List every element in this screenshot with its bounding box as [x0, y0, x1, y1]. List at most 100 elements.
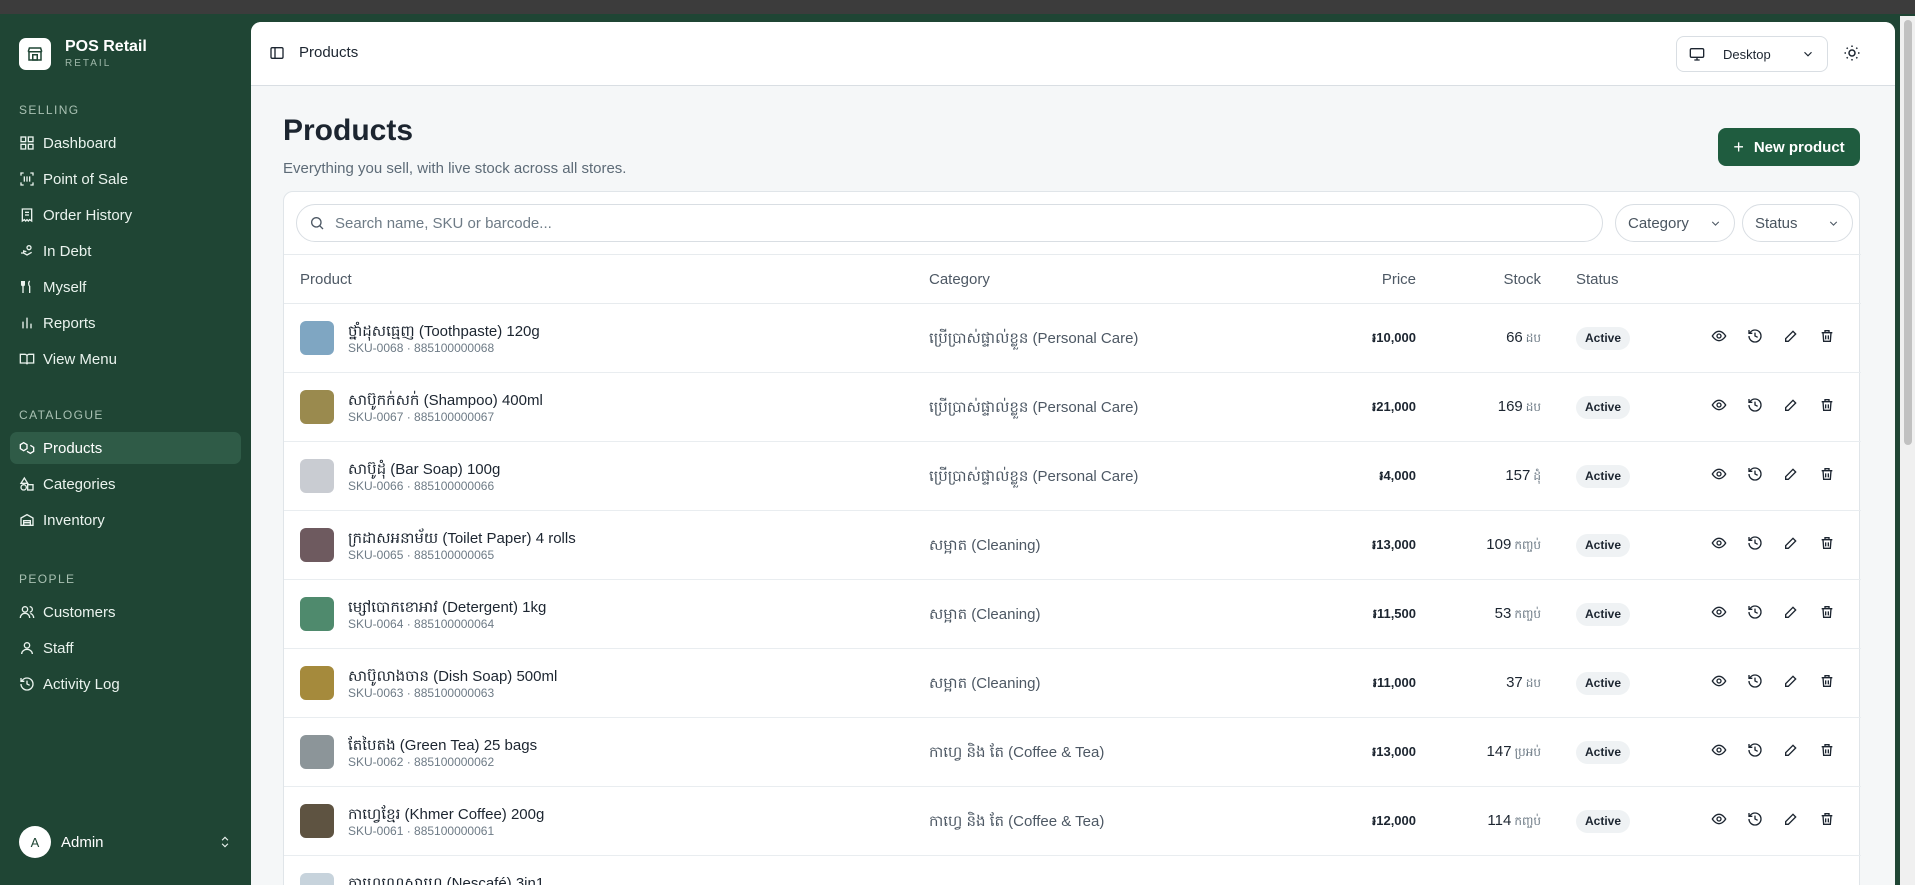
sidebar-item-label: Reports	[43, 314, 96, 332]
new-product-button[interactable]: + New product	[1718, 128, 1860, 166]
history-icon[interactable]	[1747, 466, 1763, 482]
product-sku: SKU-0061 · 885100000061	[348, 824, 495, 838]
row-actions	[1711, 535, 1855, 551]
sidebar-item-activity-log[interactable]: Activity Log	[10, 668, 241, 700]
view-icon[interactable]	[1711, 604, 1727, 620]
edit-icon[interactable]	[1783, 535, 1799, 551]
edit-icon[interactable]	[1783, 328, 1799, 344]
sidebar-item-staff[interactable]: Staff	[10, 632, 241, 664]
table-row[interactable]: សាប៊ូលាងចាន (Dish Soap) 500ml SKU-0063 · …	[284, 649, 1861, 718]
products-card: Search name, SKU or barcode... Category …	[283, 191, 1861, 885]
column-header-status[interactable]: Status	[1576, 271, 1619, 288]
sidebar-item-order-history[interactable]: Order History	[10, 199, 241, 231]
column-header-category[interactable]: Category	[929, 271, 990, 288]
sidebar-toggle-icon[interactable]	[269, 45, 285, 66]
delete-icon[interactable]	[1819, 604, 1835, 620]
history-icon[interactable]	[1747, 604, 1763, 620]
sidebar-item-in-debt[interactable]: In Debt	[10, 235, 241, 267]
product-stock: 147 ប្រអប់	[1487, 743, 1541, 762]
sidebar-item-label: Point of Sale	[43, 170, 129, 188]
product-thumbnail	[300, 666, 334, 700]
stock-unit: ដប	[1525, 331, 1541, 345]
history-icon[interactable]	[1747, 742, 1763, 758]
view-icon[interactable]	[1711, 811, 1727, 827]
history-icon[interactable]	[1747, 397, 1763, 413]
sidebar-item-view-menu[interactable]: View Menu	[10, 343, 241, 375]
product-price: ៛11,500	[1372, 606, 1416, 621]
table-row[interactable]: ក្រដាសអនាម័យ (Toilet Paper) 4 rolls SKU-0…	[284, 511, 1861, 580]
search-input[interactable]: Search name, SKU or barcode...	[296, 204, 1603, 242]
delete-icon[interactable]	[1819, 742, 1835, 758]
stock-unit: ដប	[1525, 400, 1541, 414]
page-scrollbar-thumb[interactable]	[1904, 20, 1912, 445]
edit-icon[interactable]	[1783, 742, 1799, 758]
sidebar-item-myself[interactable]: Myself	[10, 271, 241, 303]
sidebar-item-products[interactable]: Products	[10, 432, 241, 464]
history-icon[interactable]	[1747, 328, 1763, 344]
section-label: PEOPLE	[19, 572, 76, 586]
view-icon[interactable]	[1711, 397, 1727, 413]
avatar: A	[19, 826, 51, 858]
table-row[interactable]: កាហ្វេណេស្កាហ្វេ (Nescafé) 3in1	[284, 856, 1861, 885]
sidebar-item-categories[interactable]: Categories	[10, 468, 241, 500]
sidebar-item-inventory[interactable]: Inventory	[10, 504, 241, 536]
product-category: កាហ្វេ និង តែ (Coffee & Tea)	[929, 813, 1105, 830]
table-row[interactable]: សាប៊ូកក់សក់ (Shampoo) 400ml SKU-0067 · 88…	[284, 373, 1861, 442]
delete-icon[interactable]	[1819, 466, 1835, 482]
device-select[interactable]: Desktop	[1676, 36, 1828, 72]
brand[interactable]: POS Retail RETAIL	[19, 37, 147, 71]
view-icon[interactable]	[1711, 328, 1727, 344]
sidebar-item-point-of-sale[interactable]: Point of Sale	[10, 163, 241, 195]
stock-quantity: 37	[1506, 674, 1523, 691]
column-header-price[interactable]: Price	[1382, 271, 1416, 288]
product-category: ប្រើប្រាស់ផ្ទាល់ខ្លួន (Personal Care)	[929, 468, 1139, 485]
table-row[interactable]: សាប៊ូដុំ (Bar Soap) 100g SKU-0066 · 88510…	[284, 442, 1861, 511]
history-icon[interactable]	[1747, 811, 1763, 827]
history-icon[interactable]	[1747, 535, 1763, 551]
delete-icon[interactable]	[1819, 535, 1835, 551]
history-icon[interactable]	[1747, 673, 1763, 689]
delete-icon[interactable]	[1819, 397, 1835, 413]
delete-icon[interactable]	[1819, 673, 1835, 689]
view-icon[interactable]	[1711, 535, 1727, 551]
user-name: Admin	[61, 833, 104, 851]
product-name[interactable]: កាហ្វេណេស្កាហ្វេ (Nescafé) 3in1	[348, 874, 544, 885]
user-menu[interactable]: A Admin	[19, 826, 232, 858]
column-header-stock[interactable]: Stock	[1503, 271, 1541, 288]
table-row[interactable]: ថ្នាំដុសធ្មេញ (Toothpaste) 120g SKU-0068 …	[284, 304, 1861, 373]
product-thumbnail	[300, 528, 334, 562]
product-stock: 157 ដុំ	[1505, 467, 1541, 486]
edit-icon[interactable]	[1783, 466, 1799, 482]
delete-icon[interactable]	[1819, 328, 1835, 344]
stock-unit: កញ្ចប់	[1514, 814, 1541, 828]
product-sku: SKU-0063 · 885100000063	[348, 686, 495, 700]
theme-toggle-button[interactable]	[1843, 44, 1861, 67]
view-icon[interactable]	[1711, 466, 1727, 482]
status-badge: Active	[1576, 534, 1631, 557]
status-filter[interactable]: Status	[1742, 204, 1853, 242]
edit-icon[interactable]	[1783, 397, 1799, 413]
view-icon[interactable]	[1711, 742, 1727, 758]
row-actions	[1711, 811, 1855, 827]
sidebar-item-dashboard[interactable]: Dashboard	[10, 127, 241, 159]
product-thumbnail	[300, 321, 334, 355]
sidebar-item-label: Customers	[43, 603, 116, 621]
brand-subtitle: RETAIL	[65, 58, 112, 69]
product-price: ៛12,000	[1372, 813, 1416, 828]
sidebar-item-customers[interactable]: Customers	[10, 596, 241, 628]
category-filter[interactable]: Category	[1615, 204, 1735, 242]
table-row[interactable]: ម្សៅបោកខោអាវ (Detergent) 1kg SKU-0064 · 8…	[284, 580, 1861, 649]
sidebar-item-reports[interactable]: Reports	[10, 307, 241, 339]
view-icon[interactable]	[1711, 673, 1727, 689]
status-badge: Active	[1576, 603, 1631, 626]
product-stock: 169 ដប	[1498, 398, 1541, 417]
product-thumbnail	[300, 873, 334, 885]
delete-icon[interactable]	[1819, 811, 1835, 827]
edit-icon[interactable]	[1783, 673, 1799, 689]
column-header-product[interactable]: Product	[300, 271, 352, 288]
edit-icon[interactable]	[1783, 811, 1799, 827]
edit-icon[interactable]	[1783, 604, 1799, 620]
table-row[interactable]: តែបៃតង (Green Tea) 25 bags SKU-0062 · 885…	[284, 718, 1861, 787]
table-row[interactable]: កាហ្វេខ្មែរ (Khmer Coffee) 200g SKU-0061 …	[284, 787, 1861, 856]
status-badge: Active	[1576, 396, 1631, 419]
